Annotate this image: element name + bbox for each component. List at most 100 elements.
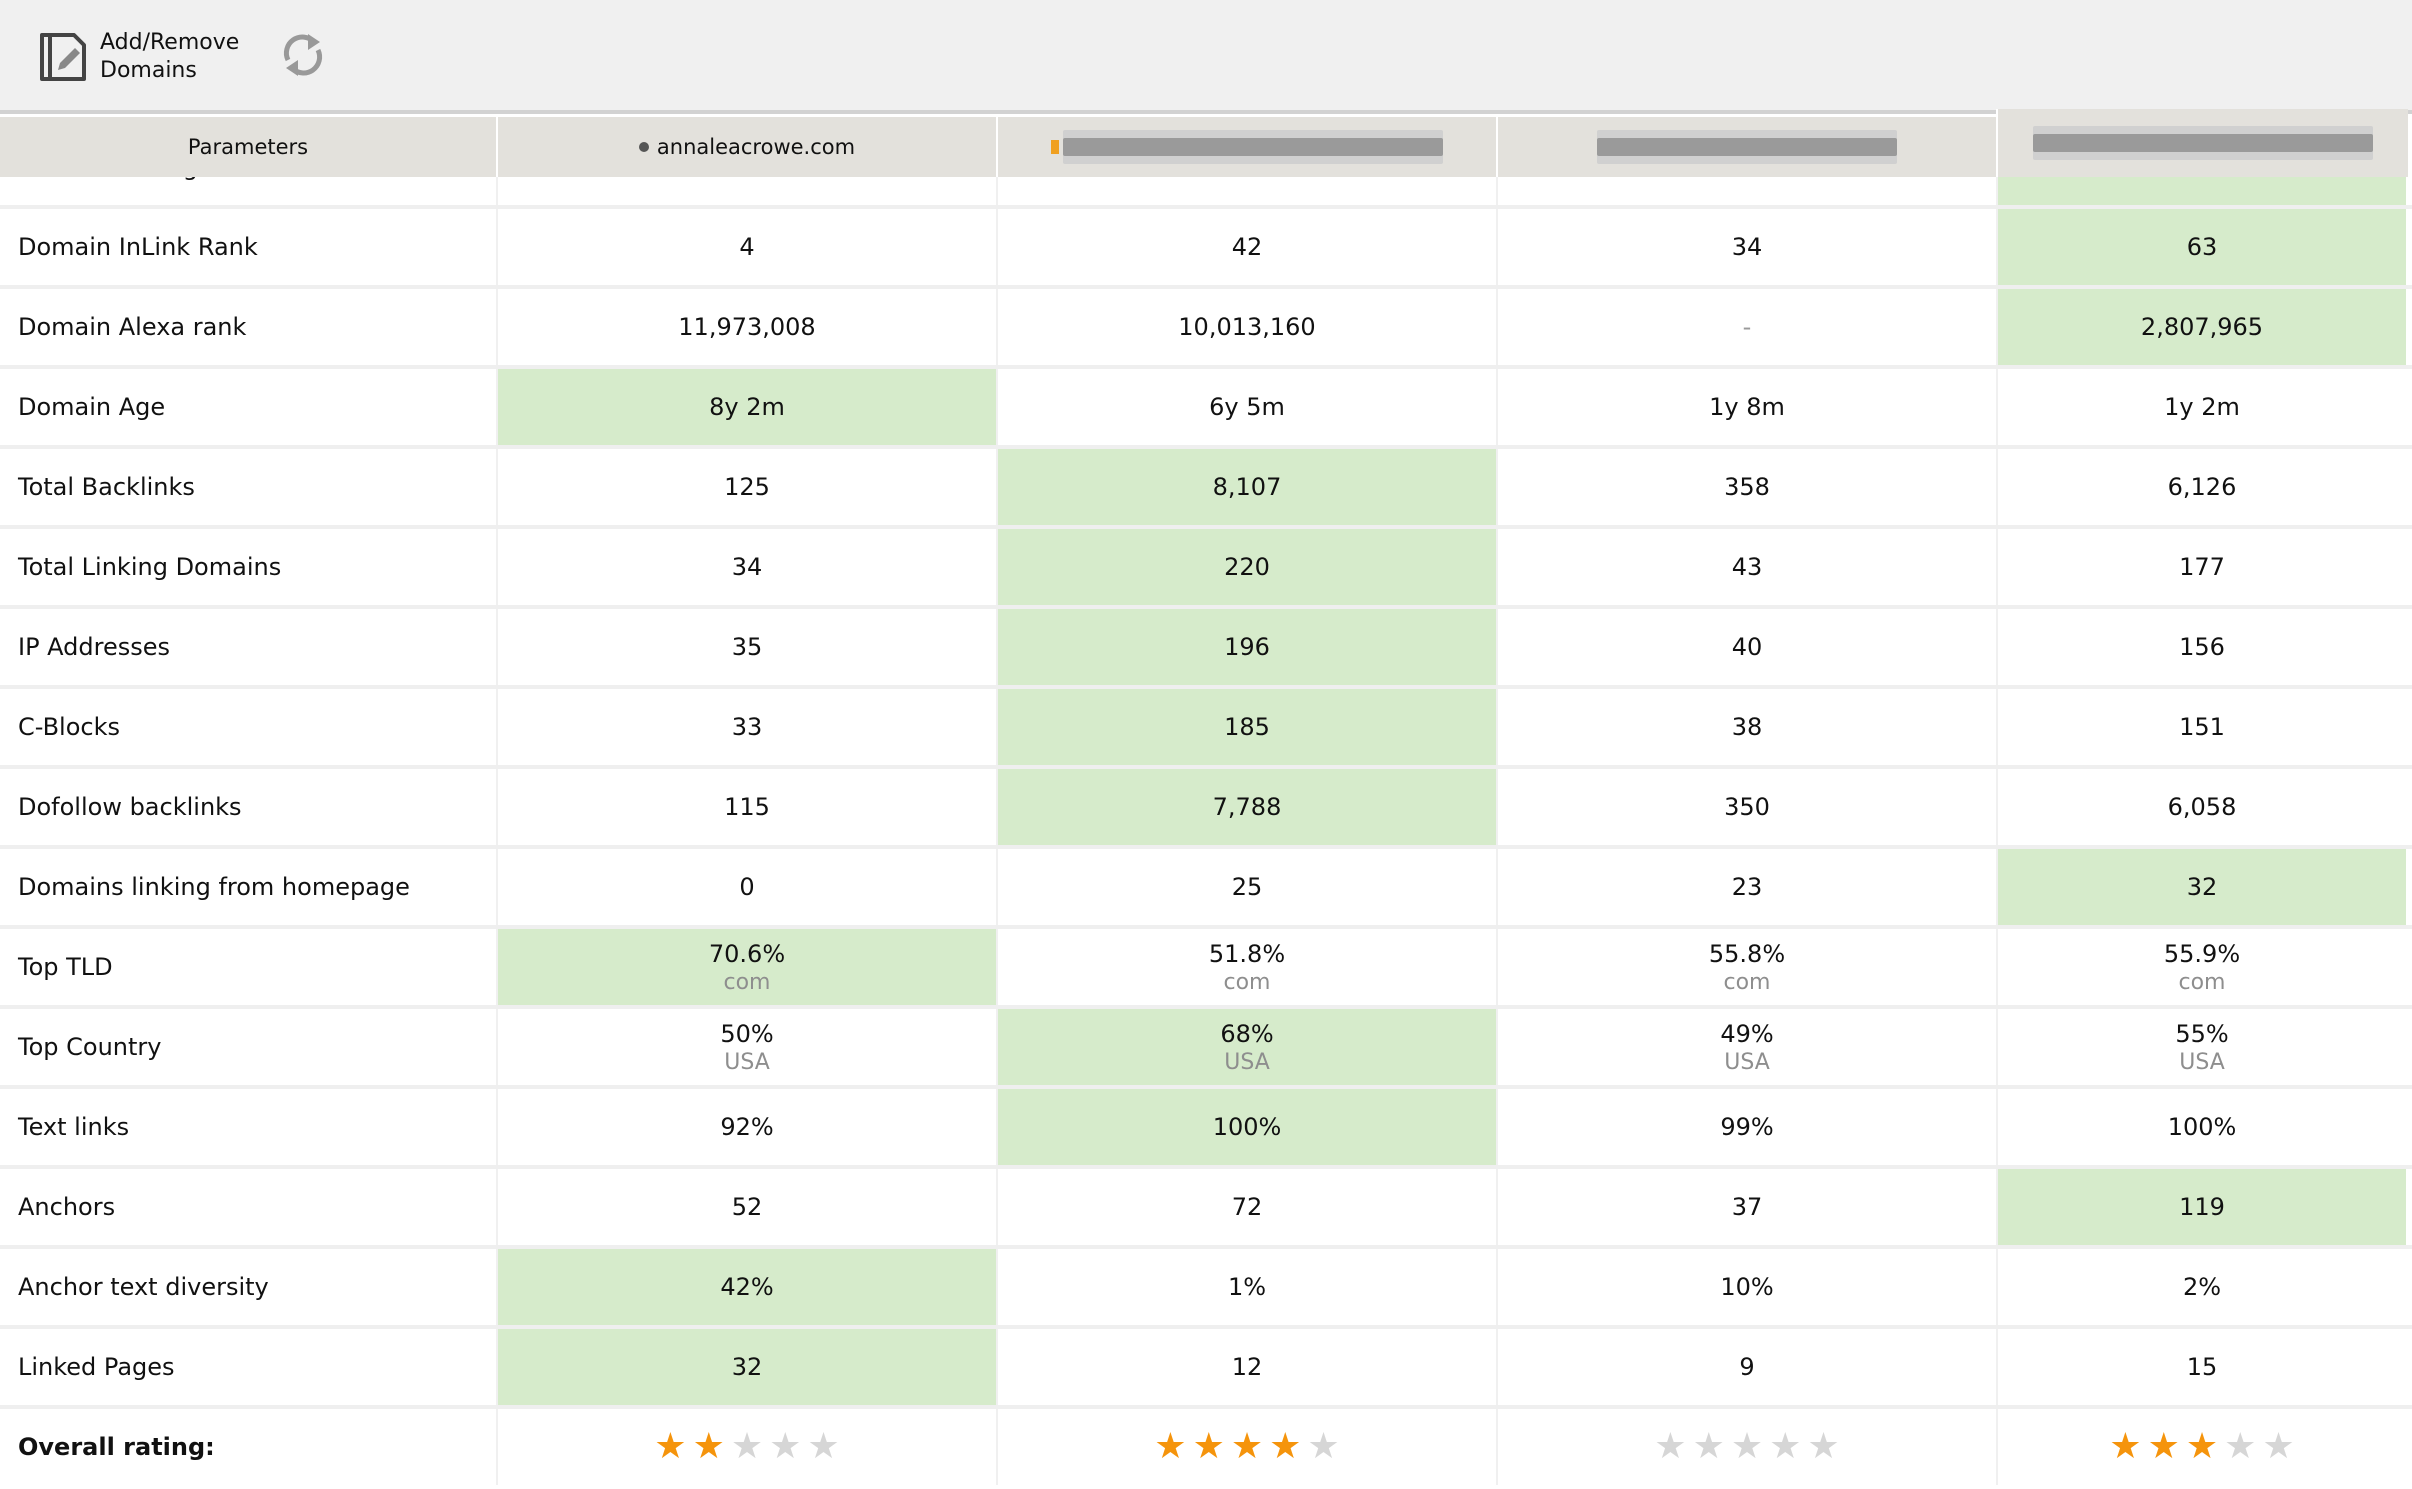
value-cell: 72 (996, 1169, 1496, 1245)
star-filled-icon: ★ (1269, 1426, 1302, 1467)
value-text: 12 (1231, 1353, 1263, 1381)
value-cell: 25 (996, 849, 1496, 925)
redacted-domain-name (1063, 138, 1443, 156)
rating-cell: ★ ★ ★ ★ ★ (1496, 1409, 1996, 1485)
value-cell: 15 (1996, 1329, 2406, 1405)
value-cell: 42 (996, 209, 1496, 285)
value-text: 23 (1731, 873, 1763, 901)
value-cell-best: 70.6% com (496, 929, 996, 1005)
value-cell: 6y 5m (996, 369, 1496, 445)
add-remove-domains-button[interactable]: Add/Remove Domains (38, 28, 239, 86)
value-subtext: USA (1224, 1049, 1270, 1075)
value-text: 34 (1731, 233, 1763, 261)
favicon-dot-icon (638, 142, 649, 152)
value-subtext: USA (2179, 1049, 2225, 1075)
value-text: 8,107 (1212, 473, 1282, 501)
value-text: 52 (731, 1193, 763, 1221)
parameter-cell: Anchors (0, 1169, 496, 1245)
value-text: 55.9% (2163, 939, 2241, 968)
value-cell: 115 (496, 769, 996, 845)
value-cell-best: 8,107 (996, 449, 1496, 525)
header-domain-4-redacted[interactable] (1996, 109, 2408, 177)
value-cell: 350 (1496, 769, 1996, 845)
value-text: 38 (1731, 713, 1763, 741)
value-cell: 11,973,008 (496, 289, 996, 365)
parameter-cell: Domains linking from homepage (0, 849, 496, 925)
star-empty-icon: ★ (2262, 1426, 2295, 1467)
table-row: Linked Pages 32 12 9 15 (0, 1329, 2412, 1409)
value-cell-best: 32 (1996, 849, 2406, 925)
table-row: Domain Age 8y 2m 6y 5m 1y 8m 1y 2m (0, 369, 2412, 449)
value-text: 40 (1731, 633, 1763, 661)
star-filled-icon: ★ (2147, 1426, 2180, 1467)
parameter-cell: Top TLD (0, 929, 496, 1005)
value-text: 49% (1720, 1019, 1774, 1048)
value-cell: 1y 8m (1496, 369, 1996, 445)
refresh-icon (283, 34, 323, 76)
star-empty-icon: ★ (1654, 1426, 1687, 1467)
value-text: 7,788 (1212, 793, 1282, 821)
refresh-button[interactable] (278, 30, 328, 80)
parameter-label: Domains linking from homepage (18, 873, 410, 901)
table-row: Total Linking Domains 34 220 43 177 (0, 529, 2412, 609)
star-filled-icon: ★ (2185, 1426, 2219, 1467)
parameter-label: Linked Pages (18, 1353, 175, 1381)
star-rating: ★ ★ ★ ★ ★ (2109, 1429, 2294, 1465)
table-row: Top TLD 70.6% com 51.8% com 55.8% com 55.9% com (0, 929, 2412, 1009)
value-cell: 156 (1996, 609, 2406, 685)
value-cell: 358 (1496, 449, 1996, 525)
value-cell-best: 8y 2m (496, 369, 996, 445)
parameter-cell: Domain Alexa rank (0, 289, 496, 365)
star-empty-icon: ★ (1730, 1426, 1764, 1467)
table-row: Domain Alexa rank 11,973,008 10,013,160 - 2,… (0, 289, 2412, 369)
parameter-label: Total Backlinks (18, 473, 195, 501)
value-cell-best: 196 (996, 609, 1496, 685)
value-cell: 34 (1496, 209, 1996, 285)
value-cell-best: 42% (496, 1249, 996, 1325)
value-text: 100% (2167, 1113, 2237, 1141)
value-text: 37 (1731, 1193, 1763, 1221)
parameter-cell: Domain Age (0, 369, 496, 445)
parameter-cell: IP Addresses (0, 609, 496, 685)
value-cell: 37 (1496, 1169, 1996, 1245)
add-remove-domains-label: Add/Remove Domains (100, 30, 240, 83)
value-text: 42% (720, 1273, 774, 1301)
value-text: 15 (2186, 1353, 2218, 1381)
header-parameters: Parameters (0, 117, 496, 177)
value-text: 350 (1724, 793, 1770, 821)
value-subtext: com (2178, 969, 2226, 995)
value-text: 8y 2m (709, 393, 785, 421)
header-domain-3-redacted[interactable] (1496, 117, 1996, 177)
value-text: 92% (720, 1113, 774, 1141)
rating-cell: ★ ★ ★ ★ ★ (1996, 1409, 2406, 1485)
parameter-cell: Text links (0, 1089, 496, 1165)
table-row: Domains linking from homepage 0 25 23 32 (0, 849, 2412, 929)
value-cell: 9 (1496, 1329, 1996, 1405)
value-text: 177 (2179, 553, 2225, 581)
value-text: 10% (1720, 1273, 1774, 1301)
value-text: 185 (1224, 713, 1270, 741)
toolbar: Add/Remove Domains (0, 0, 2412, 114)
value-cell: 6,126 (1996, 449, 2406, 525)
value-subtext: com (1223, 969, 1271, 995)
rating-cell: ★ ★ ★ ★ ★ (496, 1409, 996, 1485)
value-text: 34 (731, 553, 763, 581)
parameter-label: IP Addresses (18, 633, 171, 661)
value-cell-best: 100% (996, 1089, 1496, 1165)
value-text: 1% (1227, 1273, 1267, 1301)
star-filled-icon: ★ (1192, 1426, 1225, 1467)
value-text: 68% (1220, 1019, 1274, 1048)
value-text: 11,973,008 (678, 313, 816, 341)
parameter-label: Dofollow backlinks (18, 793, 242, 821)
parameter-cell: Top Country (0, 1009, 496, 1085)
value-subtext: USA (724, 1049, 770, 1075)
value-cell-best: 63 (1996, 209, 2406, 285)
header-domain-2-redacted[interactable] (996, 117, 1496, 177)
value-text: 100% (1212, 1113, 1282, 1141)
value-cell: 33 (496, 689, 996, 765)
value-subtext: com (723, 969, 771, 995)
parameter-label: Domain Age (18, 393, 166, 421)
star-rating: ★ ★ ★ ★ ★ (1654, 1429, 1839, 1465)
header-domain-1[interactable]: annaleacrowe.com (496, 117, 996, 177)
table-row: Total Backlinks 125 8,107 358 6,126 (0, 449, 2412, 529)
